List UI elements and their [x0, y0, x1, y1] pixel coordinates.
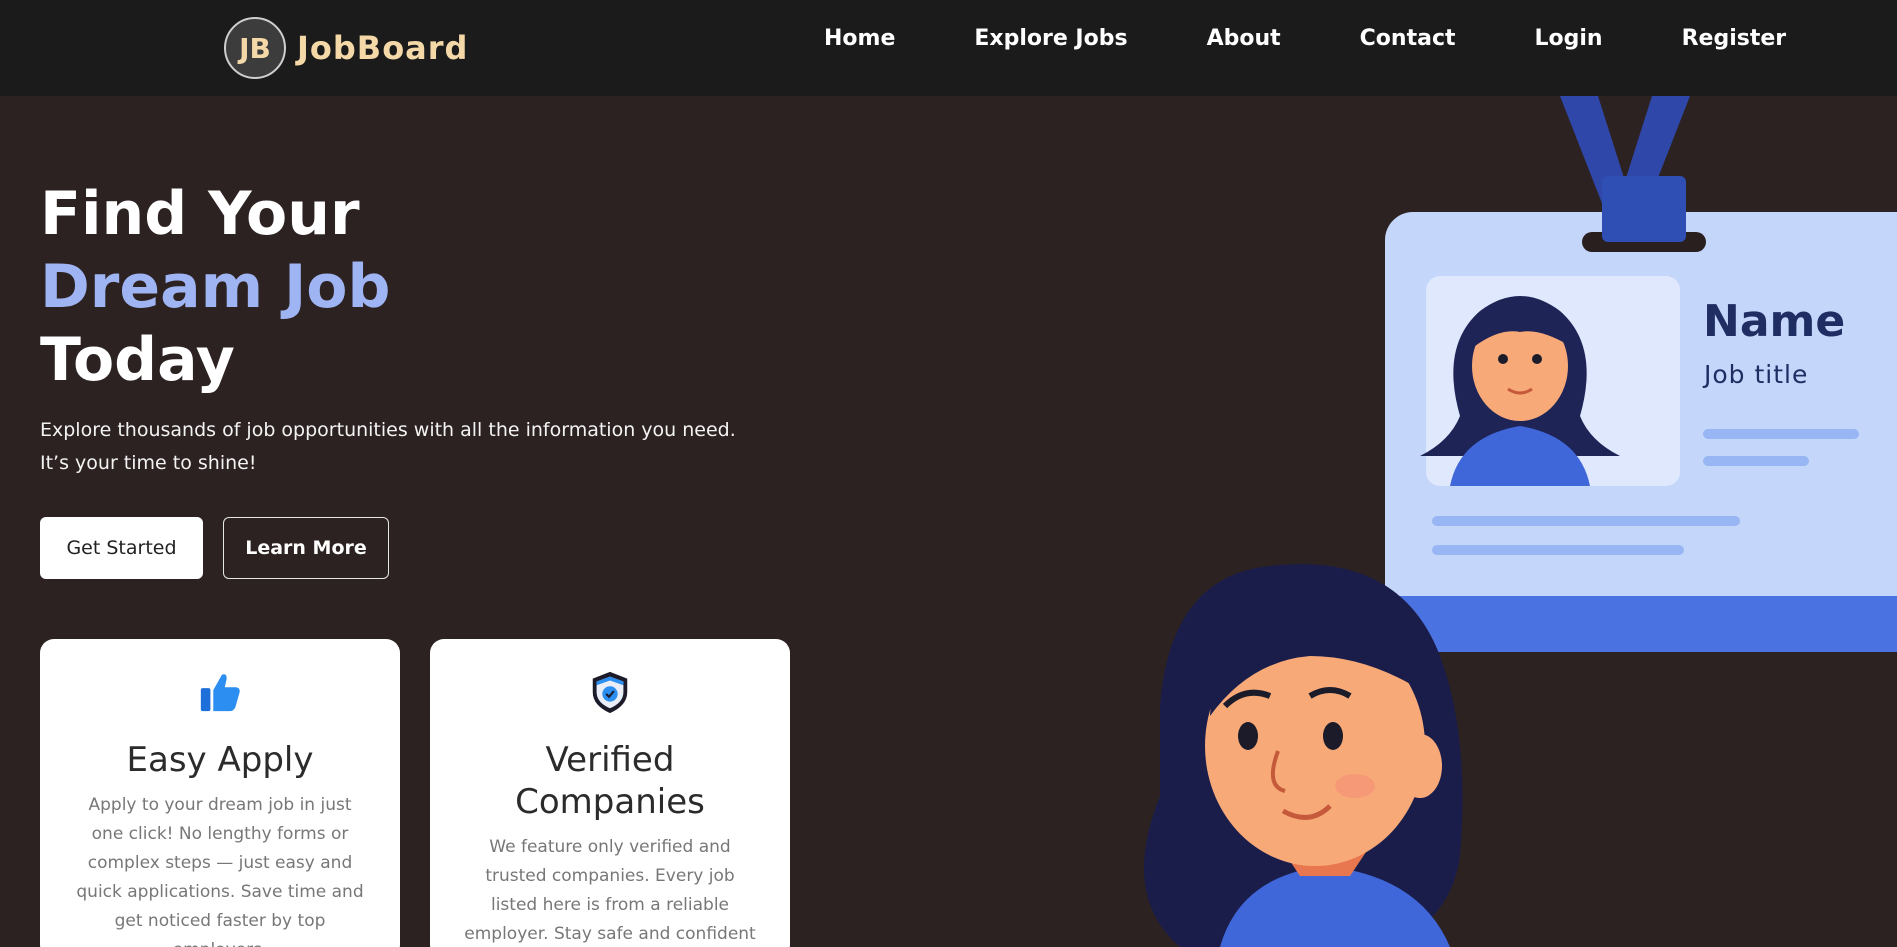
- hero-title-accent: Dream Job: [40, 252, 391, 322]
- hero-illustration: Name Job title: [1144, 96, 1897, 947]
- hero-title-line3: Today: [40, 325, 235, 395]
- nav-links: Home Explore Jobs About Contact Login Re…: [824, 26, 1786, 51]
- nav-home[interactable]: Home: [824, 26, 895, 51]
- learn-more-button[interactable]: Learn More: [223, 517, 389, 579]
- badge-name: Name: [1703, 296, 1845, 347]
- get-started-button[interactable]: Get Started: [40, 517, 203, 579]
- navbar: JB JobBoard Home Explore Jobs About Cont…: [0, 0, 1897, 96]
- brand[interactable]: JB JobBoard: [224, 17, 468, 79]
- nav-login[interactable]: Login: [1535, 26, 1603, 51]
- nav-about[interactable]: About: [1207, 26, 1281, 51]
- feature-text: We feature only verified and trusted com…: [464, 837, 756, 944]
- id-badge: [1385, 176, 1897, 652]
- nav-register[interactable]: Register: [1682, 26, 1787, 51]
- feature-card-verified-companies: Verified Companies We feature only verif…: [430, 639, 790, 947]
- feature-title: Easy Apply: [126, 740, 314, 780]
- hero-title: Find Your Dream Job Today: [40, 178, 390, 397]
- hero-subtitle-line2: It’s your time to shine!: [40, 452, 257, 474]
- hero-subtitle: Explore thousands of job opportunities w…: [40, 414, 740, 480]
- feature-title: Verified Companies: [515, 740, 705, 822]
- feature-card-easy-apply: Easy Apply Apply to your dream job in ju…: [40, 639, 400, 947]
- hero-title-line1: Find Your: [40, 179, 360, 249]
- feature-text: Apply to your dream job in just one clic…: [76, 795, 364, 947]
- logo[interactable]: JB: [224, 17, 286, 79]
- nav-contact[interactable]: Contact: [1360, 26, 1456, 51]
- nav-explore-jobs[interactable]: Explore Jobs: [974, 26, 1127, 51]
- woman-illustration: [1144, 564, 1463, 947]
- thumbs-up-icon: [200, 674, 240, 712]
- shield-check-icon: [592, 671, 628, 714]
- badge-job-title: Job title: [1702, 360, 1808, 389]
- hero-subtitle-line1: Explore thousands of job opportunities w…: [40, 419, 736, 441]
- brand-name[interactable]: JobBoard: [297, 29, 468, 67]
